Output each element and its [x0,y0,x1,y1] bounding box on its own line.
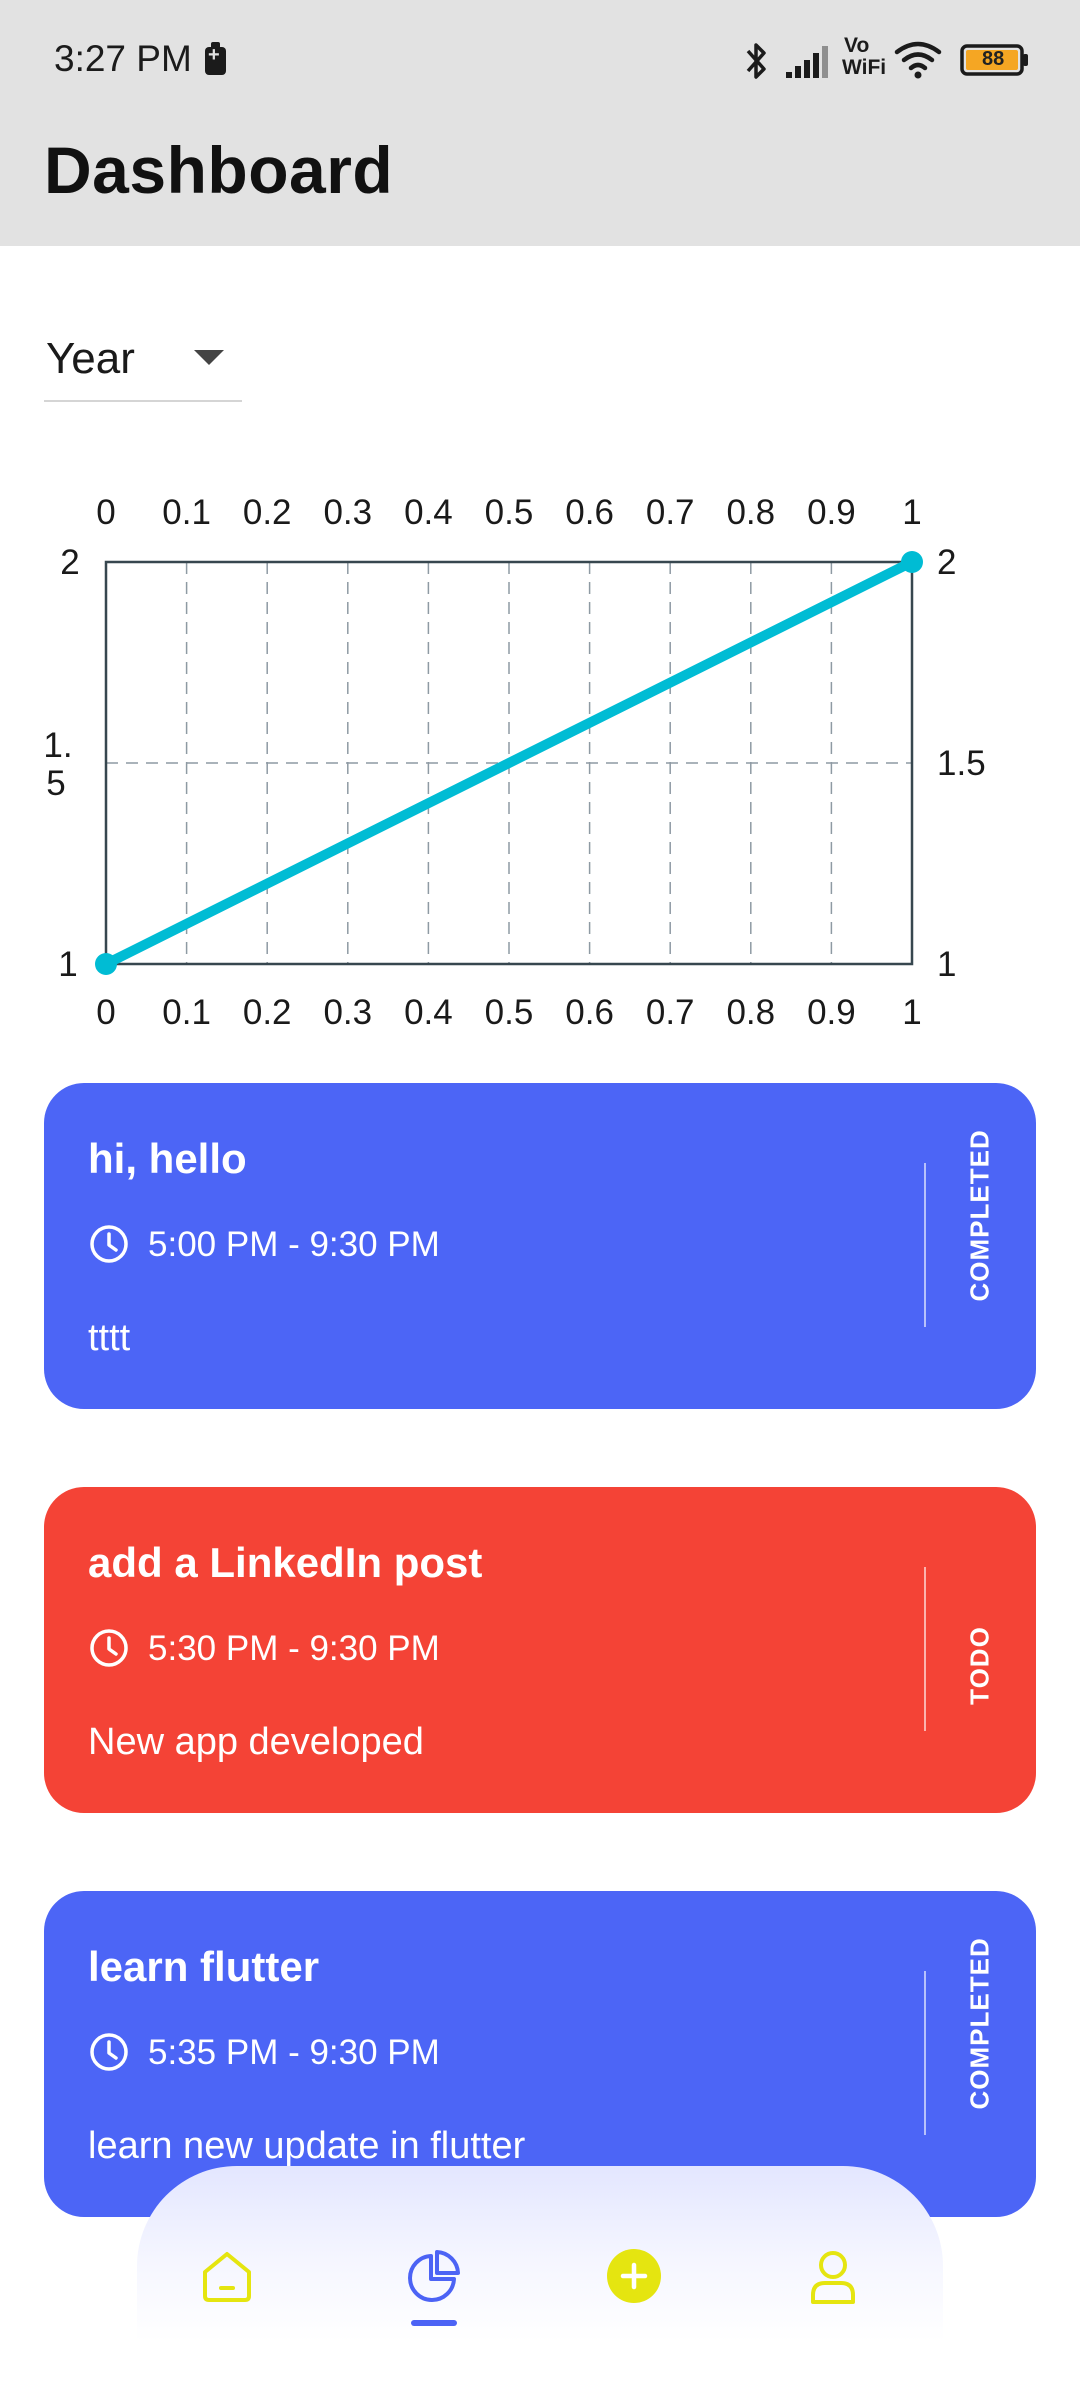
y-tick-label-left: 1. [43,726,72,765]
y-tick-label-left: 1 [58,945,77,984]
active-tab-indicator [411,2320,457,2326]
task-time: 5:35 PM - 9:30 PM [148,2033,440,2072]
x-tick-label-bottom: 0.1 [162,993,211,1030]
card-divider [924,1567,926,1731]
y-tick-label-right: 1.5 [937,744,986,783]
x-tick-label-top: 0.1 [162,493,211,532]
chart-svg: 0 0 0.1 0.1 0.2 0.2 0.3 0.3 0.4 0.4 0.5 0.5 0.6 0.6 0.… [43,493,986,1030]
y-tick-label-right: 2 [937,543,956,582]
y-tick-label-left: 5 [46,764,65,803]
chart-clip: 0 0 0.1 0.1 0.2 0.2 0.3 0.3 0.4 0.4 0.5 0.5 0.6 0.6 0.… [0,470,1080,1030]
x-tick-label-bottom: 0.7 [646,993,695,1030]
x-tick-label-bottom: 0.2 [243,993,292,1030]
task-description: New app developed [88,1721,424,1763]
signal-icon [786,46,828,78]
page-title: Dashboard [44,133,394,207]
battery-level: 88 [982,48,1005,70]
profile-icon [811,2251,855,2304]
battery-saver-icon [205,42,226,75]
task-title: add a LinkedIn post [88,1539,483,1586]
nav-add[interactable] [584,2226,684,2326]
x-tick-label-top: 0.6 [565,493,614,532]
caret-down-icon [194,350,224,365]
task-card[interactable]: hi, hello 5:00 PM - 9:30 PM tttt COMPLET… [44,1083,1036,1409]
clock-icon [90,1225,128,1263]
vowifi-icon: Vo WiFi [842,34,887,79]
x-tick-label-top: 0.5 [485,493,534,532]
x-tick-label-top: 0.2 [243,493,292,532]
x-tick-label-top: 0.3 [323,493,372,532]
card-divider [924,1971,926,2135]
x-tick-label-bottom: 0.6 [565,993,614,1030]
line-chart: 0 0 0.1 0.1 0.2 0.2 0.3 0.3 0.4 0.4 0.5 0.5 0.6 0.6 0.… [0,470,1080,1030]
x-tick-label-bottom: 0.8 [726,993,775,1030]
nav-dashboard[interactable] [384,2226,484,2326]
x-tick-label-bottom: 0.9 [807,993,856,1030]
home-icon [203,2252,251,2302]
y-tick-label-left: 2 [60,543,79,582]
bluetooth-icon [746,43,766,79]
x-tick-label-top: 0 [96,493,115,532]
x-tick-label-top: 0.8 [726,493,775,532]
y-tick-label-right: 1 [937,945,956,984]
x-tick-label-bottom: 0.5 [485,993,534,1030]
data-point [901,551,923,573]
task-status: COMPLETED [964,1937,995,2110]
x-tick-label-top: 0.7 [646,493,695,532]
x-tick-label-bottom: 0.3 [323,993,372,1030]
clock-icon [90,1629,128,1667]
wifi-icon [894,41,942,79]
task-time: 5:00 PM - 9:30 PM [148,1225,440,1264]
period-dropdown-value: Year [46,334,135,383]
bottom-nav [137,2166,943,2400]
task-status: COMPLETED [964,1129,995,1302]
task-title: learn flutter [88,1943,320,1990]
x-tick-label-top: 0.4 [404,493,453,532]
chart-icon [408,2250,460,2302]
task-title: hi, hello [88,1135,247,1182]
period-dropdown[interactable]: Year [44,322,242,402]
nav-home[interactable] [177,2226,277,2326]
clock-icon [90,2033,128,2071]
status-icons: Vo WiFi 88 [742,34,1042,84]
add-icon [607,2249,661,2303]
x-tick-label-bottom: 0.4 [404,993,453,1030]
nav-profile[interactable] [783,2226,883,2326]
card-divider [924,1163,926,1327]
task-time: 5:30 PM - 9:30 PM [148,1629,440,1668]
task-description: tttt [88,1317,131,1359]
task-status: TODO [964,1626,995,1705]
x-tick-label-bottom: 1 [902,993,921,1030]
x-tick-label-top: 0.9 [807,493,856,532]
x-tick-label-top: 1 [902,493,921,532]
data-point [95,953,117,975]
app-bar: 3:27 PM Vo WiFi [0,0,1080,246]
task-description: learn new update in flutter [88,2125,526,2167]
x-tick-label-bottom: 0 [96,993,115,1030]
task-card[interactable]: add a LinkedIn post 5:30 PM - 9:30 PM Ne… [44,1487,1036,1813]
status-time: 3:27 PM [54,38,192,79]
